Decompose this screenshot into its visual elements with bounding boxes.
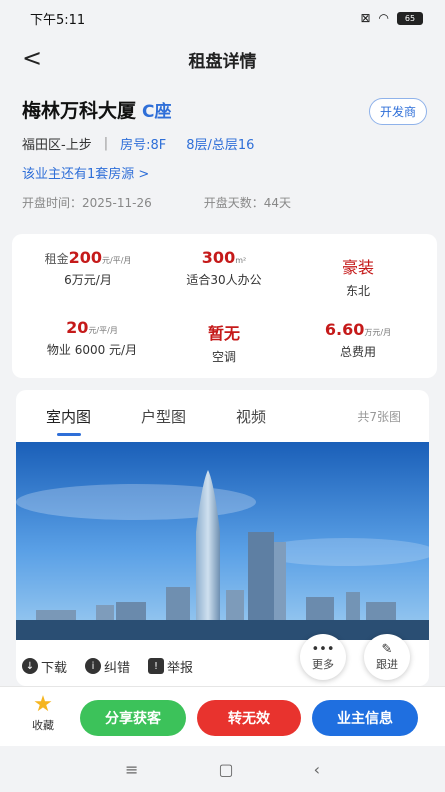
- developer-button[interactable]: 开发商: [368, 98, 427, 125]
- open-time: 开盘时间：2025-11-26: [22, 196, 152, 210]
- open-days: 开盘天数：44天: [203, 196, 292, 210]
- system-back-icon[interactable]: ‹: [314, 760, 320, 779]
- property-fee-monthly: 物业 6000 元/月: [46, 343, 138, 357]
- stat-decoration: 豪装 东北: [288, 254, 428, 299]
- sim-icon: ⊠: [360, 11, 371, 25]
- separator: |: [103, 136, 109, 151]
- rent-value: 200: [68, 248, 103, 267]
- stats-card: 租金200元/平/月 6万元/月 300m² 适合30人办公 豪装 东北 20元…: [12, 234, 437, 378]
- building-name: 梅林万科大厦: [22, 99, 137, 122]
- decor-value: 豪装: [341, 258, 374, 277]
- alarm-icon: !: [148, 658, 165, 674]
- rent-unit: 元/平/月: [102, 256, 132, 265]
- owner-info-button[interactable]: 业主信息: [312, 700, 418, 736]
- system-navigation: ≡ ▢ ‹: [0, 746, 445, 792]
- district-label: 福田区-上步: [22, 138, 92, 153]
- building-photo[interactable]: [16, 442, 429, 640]
- property-fee-value: 20: [66, 318, 89, 337]
- ac-value: 暂无: [207, 324, 240, 343]
- pencil-icon: ✎: [381, 641, 393, 657]
- report-label: 举报: [167, 660, 194, 676]
- area-value: 300: [201, 248, 236, 267]
- navigation-bar: < 租盘详情: [0, 36, 445, 82]
- download-button[interactable]: ↓ 下载: [22, 657, 67, 676]
- building-tag: C座: [142, 101, 172, 122]
- page-title: 租盘详情: [188, 51, 257, 72]
- favorite-button[interactable]: ★ 收藏: [26, 693, 60, 733]
- total-value: 6.60: [324, 320, 365, 339]
- download-label: 下载: [41, 660, 68, 676]
- room-number: 房号:8F: [120, 138, 167, 153]
- status-bar: 下午5:11 ⊠ ◠ 65: [0, 0, 445, 36]
- ac-label: 空调: [211, 350, 236, 364]
- status-icons: ⊠ ◠ 65: [360, 11, 423, 25]
- info-icon: i: [85, 658, 102, 674]
- more-dots-icon: •••: [311, 641, 335, 657]
- stat-air-conditioning: 暂无 空调: [154, 320, 294, 365]
- orientation: 东北: [345, 284, 370, 298]
- bottom-action-bar: ★ 收藏 分享获客 转无效 业主信息: [0, 686, 445, 746]
- property-fee-unit: 元/平/月: [88, 326, 118, 335]
- follow-up-button[interactable]: ✎ 跟进: [364, 634, 410, 680]
- home-icon[interactable]: ▢: [218, 760, 233, 779]
- follow-label: 跟进: [376, 657, 398, 671]
- cloud-download-icon: ↓: [22, 658, 38, 674]
- menu-icon[interactable]: ≡: [125, 760, 138, 779]
- owner-listings-link[interactable]: 该业主还有1套房源 >: [22, 163, 423, 182]
- back-button[interactable]: <: [18, 44, 46, 72]
- listing-header: 梅林万科大厦 C座 开发商 福田区-上步 | 房号:8F 8层/总层16 该业主…: [0, 84, 445, 224]
- wifi-icon: ◠: [378, 11, 389, 25]
- total-unit: 万元/月: [364, 328, 392, 337]
- correct-button[interactable]: i 纠错: [85, 657, 130, 676]
- tab-video[interactable]: 视频: [236, 406, 266, 427]
- total-label: 总费用: [339, 345, 376, 359]
- photo-count: 共7张图: [357, 409, 401, 424]
- rent-monthly: 6万元/月: [64, 273, 112, 287]
- area-capacity: 适合30人办公: [186, 273, 262, 287]
- media-tabs: 室内图 户型图 视频 共7张图: [16, 390, 429, 442]
- correct-label: 纠错: [104, 660, 131, 676]
- stat-rent: 租金200元/平/月 6万元/月: [18, 248, 158, 288]
- back-arrow-icon: <: [21, 44, 43, 72]
- status-time: 下午5:11: [30, 12, 86, 28]
- favorite-label: 收藏: [32, 719, 54, 732]
- rent-prefix: 租金: [44, 252, 69, 266]
- tab-floorplan[interactable]: 户型图: [141, 406, 186, 427]
- stat-total-fee: 6.60万元/月 总费用: [288, 320, 428, 360]
- star-icon: ★: [33, 692, 53, 717]
- media-card: 室内图 户型图 视频 共7张图 ↓ 下载 i 纠错 ! 举报: [16, 390, 429, 686]
- tab-interior[interactable]: 室内图: [46, 406, 91, 427]
- battery-icon: 65: [397, 11, 423, 25]
- area-unit: m²: [235, 256, 247, 265]
- floor-info: 8层/总层16: [186, 138, 255, 153]
- stat-area: 300m² 适合30人办公: [154, 248, 294, 288]
- share-button[interactable]: 分享获客: [80, 700, 186, 736]
- stat-property-fee: 20元/平/月 物业 6000 元/月: [22, 318, 162, 358]
- more-button[interactable]: ••• 更多: [300, 634, 346, 680]
- mark-invalid-button[interactable]: 转无效: [197, 700, 301, 736]
- report-button[interactable]: ! 举报: [148, 657, 193, 676]
- more-label: 更多: [312, 657, 334, 671]
